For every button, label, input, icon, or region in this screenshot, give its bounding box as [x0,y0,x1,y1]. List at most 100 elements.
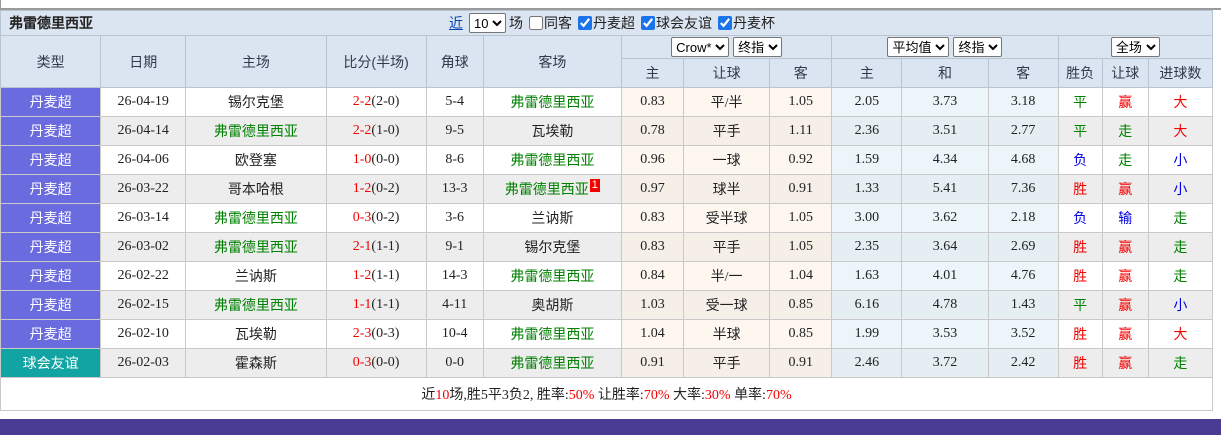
odds-home-header: 主 [620,58,685,88]
avg-away: 2.18 [987,203,1059,233]
avg-home: 2.46 [831,348,903,378]
away-team-name[interactable]: 弗雷德里西亚 [510,154,594,169]
odds-away: 0.92 [769,145,833,175]
home-team-name[interactable]: 弗雷德里西亚 [214,241,298,256]
away-team-name[interactable]: 弗雷德里西亚 [510,328,594,343]
away-team-cell: 兰讷斯 [482,203,622,233]
result-goals: 走 [1147,232,1214,262]
scope-select[interactable]: 全场 [1110,37,1160,57]
fulltime-score: 1-2 [352,268,372,283]
odds-home: 1.03 [620,290,685,320]
club-friendly-checkbox[interactable] [641,16,655,30]
halftime-score: (2-0) [371,94,400,109]
col-header-type: 类型 [0,35,102,88]
result-outcome: 胜 [1057,174,1103,204]
halftime-score: (0-2) [371,181,400,196]
away-team-cell: 锡尔克堡 [482,232,622,262]
away-team-name[interactable]: 弗雷德里西亚 [510,96,594,111]
filter-danish-superliga: 丹麦超 [578,13,635,33]
home-team-cell: 锡尔克堡 [185,87,327,117]
away-team-name[interactable]: 锡尔克堡 [524,241,580,256]
result-handicap: 赢 [1101,319,1149,349]
corners-cell: 10-4 [425,319,484,349]
fulltime-score: 2-1 [352,239,372,254]
col-header-score: 比分(半场) [325,35,427,88]
result-outcome: 负 [1057,203,1103,233]
league-badge: 丹麦超 [0,203,102,233]
avg-draw: 3.64 [901,232,989,262]
home-team-name[interactable]: 弗雷德里西亚 [214,212,298,227]
table-row: 丹麦超 26-03-02 弗雷德里西亚 2-1(1-1) 9-1 锡尔克堡 0.… [0,232,1214,262]
away-team-name[interactable]: 弗雷德里西亚 [510,357,594,372]
match-date: 26-02-10 [100,319,187,349]
avg-home: 2.36 [831,116,903,146]
home-team-cell: 弗雷德里西亚 [185,290,327,320]
odds-group-header: Crow* 终指 [620,35,833,59]
odds-away: 0.91 [769,174,833,204]
fulltime-score: 2-2 [352,94,372,109]
home-team-name[interactable]: 瓦埃勒 [235,328,277,343]
away-team-name[interactable]: 兰讷斯 [531,212,573,227]
result-handicap: 赢 [1101,261,1149,291]
result-outcome: 胜 [1057,261,1103,291]
bookmaker-select[interactable]: Crow* [671,37,730,57]
result-outcome: 平 [1057,116,1103,146]
score-cell: 2-3(0-3) [325,319,427,349]
home-team-name[interactable]: 兰讷斯 [235,270,277,285]
away-team-cell: 弗雷德里西亚 [482,319,622,349]
odds-away: 0.85 [769,319,833,349]
league-badge: 丹麦超 [0,174,102,204]
fulltime-score: 1-1 [352,297,372,312]
same-away-checkbox[interactable] [529,16,543,30]
league-badge: 丹麦超 [0,290,102,320]
halftime-score: (1-0) [371,123,400,138]
result-goals: 小 [1147,174,1214,204]
home-team-name[interactable]: 锡尔克堡 [228,96,284,111]
odds-away-header: 客 [769,58,833,88]
header-group-row: 类型 日期 主场 比分(半场) 角球 客场 Crow* 终指 平均值 终指 全场 [0,35,1214,88]
avg-draw: 4.34 [901,145,989,175]
odds-stage-select[interactable]: 终指 [733,37,783,57]
away-team-cell: 瓦埃勒 [482,116,622,146]
away-team-name[interactable]: 奥胡斯 [531,299,573,314]
corners-cell: 14-3 [425,261,484,291]
danish-superliga-checkbox[interactable] [578,16,592,30]
summary-text: 大率: [669,388,705,403]
score-cell: 1-1(1-1) [325,290,427,320]
away-team-name[interactable]: 弗雷德里西亚 [510,270,594,285]
avg-home: 6.16 [831,290,903,320]
fulltime-score: 2-3 [352,326,372,341]
odds-line: 一球 [683,145,771,175]
col-header-away: 客场 [482,35,622,88]
home-team-name[interactable]: 霍森斯 [235,357,277,372]
avg-away: 1.43 [987,290,1059,320]
home-team-name[interactable]: 哥本哈根 [228,183,284,198]
result-outcome: 胜 [1057,232,1103,262]
col-header-date: 日期 [100,35,187,88]
recent-link[interactable]: 近 [449,13,463,33]
danish-cup-checkbox[interactable] [718,16,732,30]
avg-away: 3.18 [987,87,1059,117]
home-team-cell: 哥本哈根 [185,174,327,204]
home-team-name[interactable]: 弗雷德里西亚 [214,299,298,314]
away-team-cell: 弗雷德里西亚 [482,348,622,378]
avg-away: 7.36 [987,174,1059,204]
away-team-cell: 奥胡斯 [482,290,622,320]
avg-draw: 4.78 [901,290,989,320]
odds-home: 0.97 [620,174,685,204]
home-team-name[interactable]: 弗雷德里西亚 [214,125,298,140]
away-team-name[interactable]: 瓦埃勒 [531,125,573,140]
average-select[interactable]: 平均值 [887,37,950,57]
result-goals: 小 [1147,290,1214,320]
away-team-name[interactable]: 弗雷德里西亚 [505,183,589,198]
odds-home: 0.83 [620,232,685,262]
avg-draw: 3.72 [901,348,989,378]
recent-count-select[interactable]: 10 [469,13,506,33]
match-date: 26-02-22 [100,261,187,291]
home-team-name[interactable]: 欧登塞 [235,154,277,169]
corners-cell: 9-5 [425,116,484,146]
corners-cell: 4-11 [425,290,484,320]
summary-cell: 近10场,胜5平3负2, 胜率:50% 让胜率:70% 大率:30% 单率:70… [0,377,1213,411]
corners-cell: 8-6 [425,145,484,175]
average-stage-select[interactable]: 终指 [953,37,1003,57]
